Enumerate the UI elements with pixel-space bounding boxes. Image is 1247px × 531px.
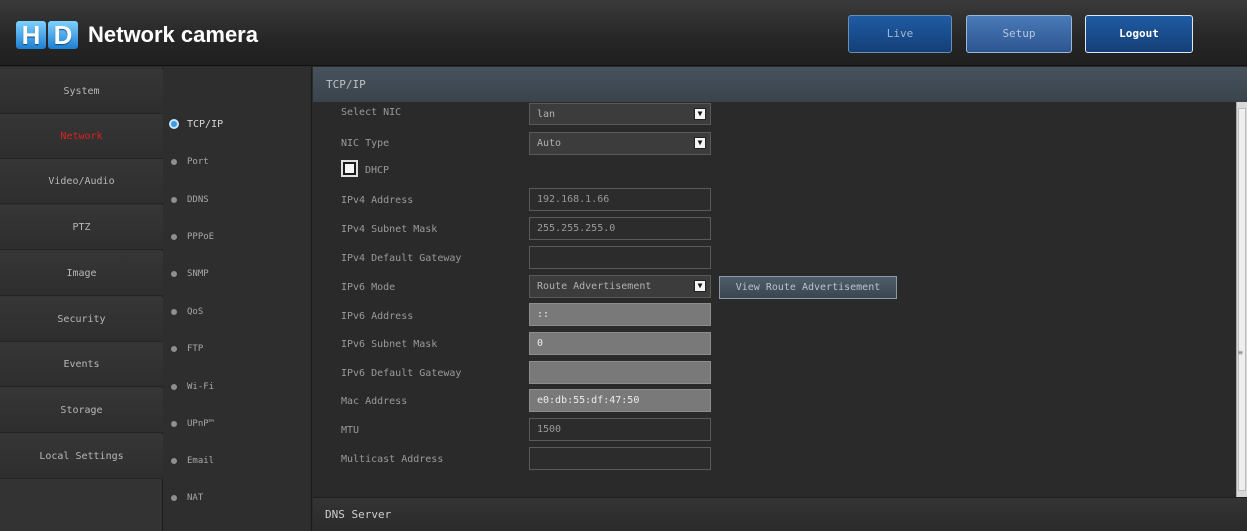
radio-dot-icon — [171, 420, 177, 427]
sub-item-snmp[interactable]: SNMP — [171, 264, 209, 284]
multicast-field[interactable] — [529, 447, 711, 470]
radio-dot-icon — [171, 158, 177, 165]
nav-item-system[interactable]: System — [0, 69, 163, 114]
select-nic-label: Select NIC — [341, 107, 402, 118]
sub-item-label: NAT — [187, 493, 204, 503]
nav-item-video-audio[interactable]: Video/Audio — [0, 159, 163, 204]
sub-item-upnp[interactable]: UPnP™ — [171, 414, 214, 434]
sub-item-label: SNMP — [187, 269, 209, 279]
mac-address-label: Mac Address — [341, 396, 408, 407]
dhcp-checkbox[interactable] — [341, 160, 358, 177]
ipv6-mode-value: Route Advertisement — [537, 281, 652, 292]
ipv4-gateway-field[interactable] — [529, 246, 711, 269]
ipv6-mask-field[interactable]: 0 — [529, 332, 711, 355]
mac-address-field: e0:db:55:df:47:50 — [529, 389, 711, 412]
nav-item-image[interactable]: Image — [0, 251, 163, 296]
sub-item-pppoe[interactable]: PPPoE — [171, 227, 214, 247]
sub-item-label: UPnP™ — [187, 419, 215, 429]
sub-item-email[interactable]: Email — [171, 451, 214, 471]
sub-item-tcpip[interactable]: TCP/IP — [169, 115, 224, 135]
dropdown-arrow-icon: ▼ — [694, 137, 706, 149]
radio-dot-icon — [171, 196, 177, 203]
sub-item-label: Email — [187, 456, 215, 466]
radio-dot-icon — [171, 494, 177, 501]
dns-server-section-title: DNS Server — [313, 497, 1247, 531]
ipv4-mask-label: IPv4 Subnet Mask — [341, 224, 438, 235]
nav-item-local-settings[interactable]: Local Settings — [0, 434, 163, 479]
dropdown-arrow-icon: ▼ — [694, 280, 706, 292]
live-button[interactable]: Live — [848, 15, 952, 53]
sub-item-nat[interactable]: NAT — [171, 488, 203, 508]
ipv6-mode-dropdown[interactable]: Route Advertisement ▼ — [529, 275, 711, 298]
select-nic-dropdown[interactable]: lan ▼ — [529, 103, 711, 125]
multicast-label: Multicast Address — [341, 454, 444, 465]
ipv6-address-field[interactable]: :: — [529, 303, 711, 326]
sub-item-label: DDNS — [187, 195, 209, 205]
sub-item-label: QoS — [187, 307, 204, 317]
nic-type-value: Auto — [537, 138, 562, 149]
nic-type-label: NIC Type — [341, 138, 390, 149]
nav-item-security[interactable]: Security — [0, 297, 163, 342]
ipv6-gateway-label: IPv6 Default Gateway — [341, 368, 462, 379]
nic-type-dropdown[interactable]: Auto ▼ — [529, 132, 711, 155]
logo-mark-d: D — [48, 21, 78, 49]
ipv4-mask-field[interactable]: 255.255.255.0 — [529, 217, 711, 240]
radio-dot-icon — [171, 345, 177, 352]
logout-button[interactable]: Logout — [1085, 15, 1193, 53]
setup-button[interactable]: Setup — [966, 15, 1072, 53]
radio-dot-icon — [171, 233, 177, 240]
sub-item-wifi[interactable]: Wi-Fi — [171, 377, 214, 397]
radio-dot-icon — [171, 270, 177, 277]
top-header: HD Network camera Live Setup Logout — [0, 0, 1247, 66]
ipv4-gateway-label: IPv4 Default Gateway — [341, 253, 462, 264]
scroll-grip-icon: ≡ — [1238, 348, 1243, 357]
sub-item-label: PPPoE — [187, 232, 215, 242]
sub-item-ftp[interactable]: FTP — [171, 339, 203, 359]
logo-mark: H — [16, 21, 46, 49]
ipv6-mask-label: IPv6 Subnet Mask — [341, 339, 438, 350]
ipv4-address-field[interactable]: 192.168.1.66 — [529, 188, 711, 211]
radio-dot-icon — [171, 457, 177, 464]
nav-item-storage[interactable]: Storage — [0, 388, 163, 433]
ipv6-mode-label: IPv6 Mode — [341, 282, 396, 293]
radio-dot-icon — [169, 119, 179, 129]
radio-dot-icon — [171, 383, 177, 390]
section-title: TCP/IP — [313, 67, 1247, 102]
ipv4-address-label: IPv4 Address — [341, 195, 414, 206]
logo-text: Network camera — [88, 22, 258, 47]
radio-dot-icon — [171, 308, 177, 315]
dropdown-arrow-icon: ▼ — [694, 108, 706, 120]
content-panel: TCP/IP Select NIC lan ▼ NIC Type Auto ▼ … — [313, 67, 1247, 531]
sub-item-ddns[interactable]: DDNS — [171, 190, 209, 210]
mtu-field[interactable]: 1500 — [529, 418, 711, 441]
nav-item-network[interactable]: Network — [0, 114, 163, 159]
sub-item-port[interactable]: Port — [171, 152, 209, 172]
sub-navigation: TCP/IP Port DDNS PPPoE SNMP QoS FTP Wi-F… — [163, 67, 312, 531]
sub-item-label: Wi-Fi — [187, 382, 215, 392]
select-nic-value: lan — [537, 109, 556, 120]
vertical-scrollbar[interactable]: ≡ — [1236, 102, 1247, 497]
mtu-label: MTU — [341, 425, 360, 436]
nav-item-ptz[interactable]: PTZ — [0, 205, 163, 250]
ipv6-gateway-field[interactable] — [529, 361, 711, 384]
main-navigation: System Network Video/Audio PTZ Image Sec… — [0, 67, 163, 531]
ipv6-address-label: IPv6 Address — [341, 311, 414, 322]
view-route-advertisement-button[interactable]: View Route Advertisement — [719, 276, 897, 299]
dhcp-label: DHCP — [365, 165, 390, 176]
scrollbar-thumb[interactable] — [1238, 108, 1246, 491]
nav-item-events[interactable]: Events — [0, 342, 163, 387]
sub-item-label: Port — [187, 157, 209, 167]
sub-item-label: TCP/IP — [187, 119, 224, 130]
sub-item-label: FTP — [187, 344, 204, 354]
brand-logo: HD Network camera — [16, 20, 258, 50]
sub-item-qos[interactable]: QoS — [171, 302, 203, 322]
